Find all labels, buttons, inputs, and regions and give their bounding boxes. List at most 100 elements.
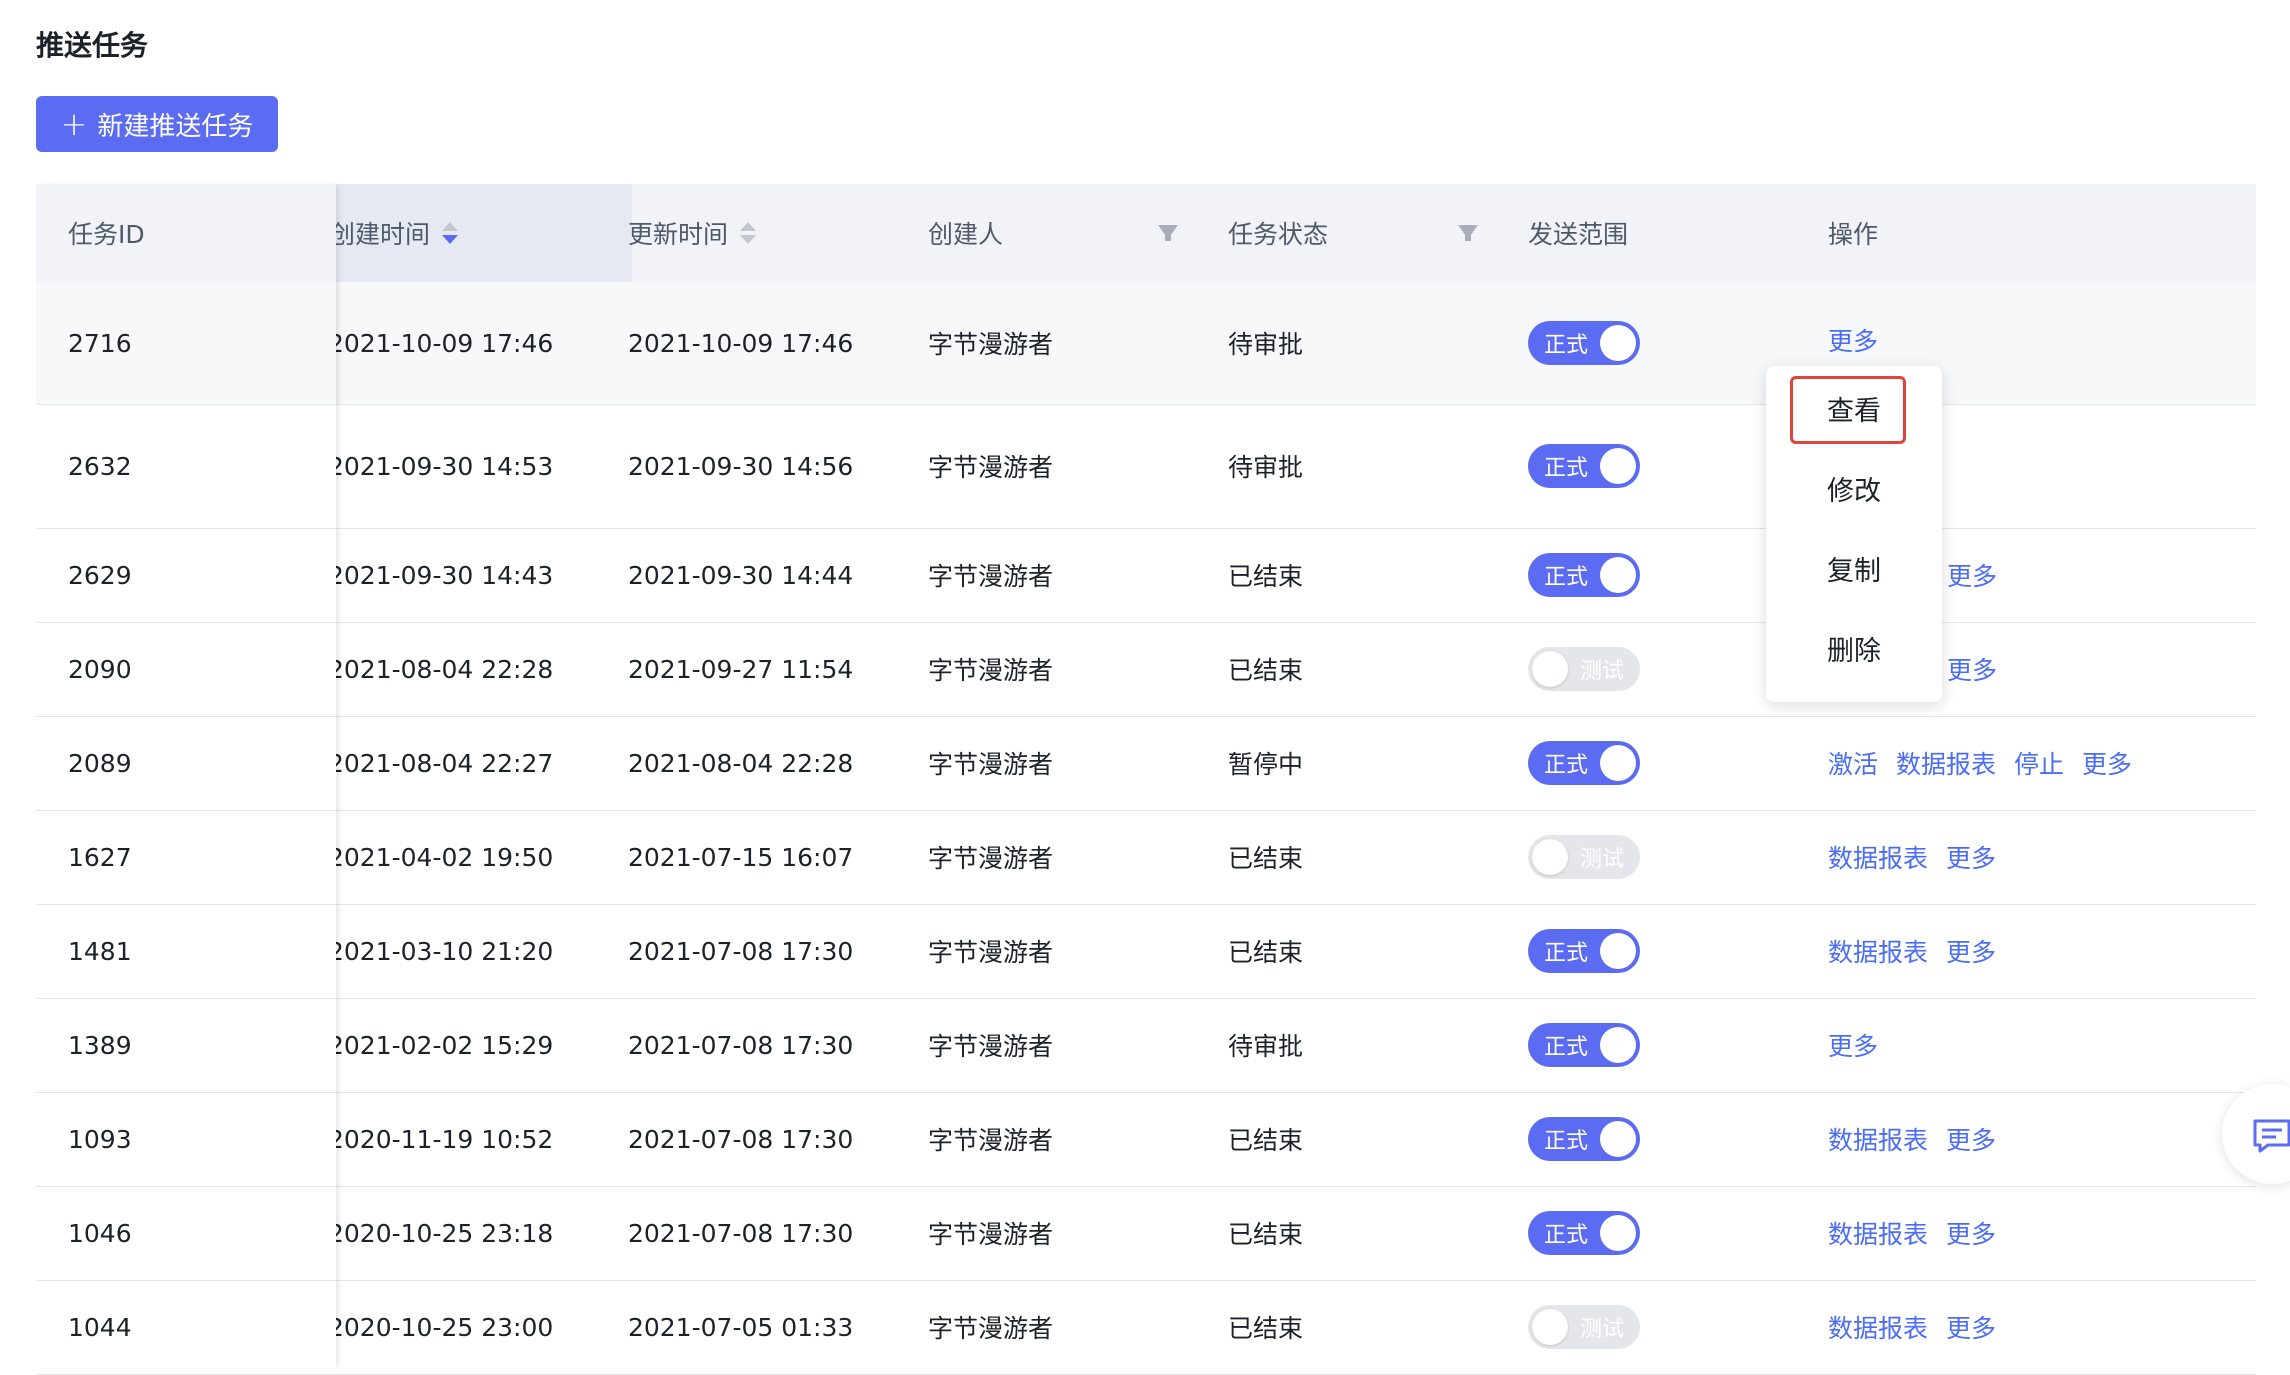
scope-toggle[interactable]: 正式 bbox=[1528, 1211, 1640, 1255]
cell-actions: 数据报表 更多 bbox=[1828, 1186, 2014, 1280]
cell-scope: 正式 bbox=[1528, 1186, 1640, 1280]
cell-task-id: 2090 bbox=[68, 654, 132, 684]
scope-toggle[interactable]: 正式 bbox=[1528, 321, 1640, 365]
action-more-link[interactable]: 更多 bbox=[1828, 1027, 1878, 1063]
table-row: 1627 2021-04-02 19:50 2021-07-15 16:07 字节漫游… bbox=[36, 810, 2256, 905]
table-row: 1389 2021-02-02 15:29 2021-07-08 17:30 字节漫游… bbox=[36, 998, 2256, 1093]
scope-toggle[interactable]: 正式 bbox=[1528, 1117, 1640, 1161]
scope-toggle[interactable]: 正式 bbox=[1528, 1023, 1640, 1067]
action-more-link[interactable]: 更多 bbox=[1947, 557, 1997, 593]
scope-toggle[interactable]: 测试 bbox=[1528, 835, 1640, 879]
toggle-knob bbox=[1600, 1027, 1636, 1063]
scope-toggle-label: 正式 bbox=[1544, 941, 1589, 966]
col-header-actions: 操作 bbox=[1828, 220, 1879, 249]
filter-icon[interactable] bbox=[1158, 225, 1178, 241]
cell-actions: 更多 bbox=[1947, 528, 2015, 622]
col-header-created-label: 创建时间 bbox=[336, 220, 431, 249]
cell-scope: 正式 bbox=[1528, 716, 1640, 810]
cell-task-id: 2632 bbox=[68, 451, 132, 481]
cell-creator: 字节漫游者 bbox=[928, 453, 1054, 482]
action-report-link[interactable]: 数据报表 bbox=[1828, 933, 1928, 969]
cell-actions: 数据报表 更多 bbox=[1828, 810, 2014, 904]
action-report-link[interactable]: 数据报表 bbox=[1828, 1215, 1928, 1251]
scope-toggle[interactable]: 测试 bbox=[1528, 647, 1640, 691]
action-activate-link[interactable]: 激活 bbox=[1828, 745, 1878, 781]
menu-item-edit[interactable]: 修改 bbox=[1766, 456, 1942, 520]
sort-icon[interactable] bbox=[740, 222, 757, 244]
cell-status: 已结束 bbox=[1228, 1314, 1304, 1343]
cell-creator: 字节漫游者 bbox=[928, 1126, 1054, 1155]
cell-task-id: 1044 bbox=[68, 1312, 132, 1342]
scope-toggle[interactable]: 正式 bbox=[1528, 929, 1640, 973]
cell-status: 已结束 bbox=[1228, 1220, 1304, 1249]
cell-updated-time: 2021-09-30 14:44 bbox=[628, 560, 854, 590]
action-report-link[interactable]: 数据报表 bbox=[1896, 745, 1996, 781]
menu-item-view[interactable]: 查看 bbox=[1766, 376, 1942, 440]
menu-item-delete[interactable]: 删除 bbox=[1766, 616, 1942, 680]
cell-created-wrapper: 2020-11-19 10:52 bbox=[336, 1092, 626, 1186]
cell-task-id: 1481 bbox=[68, 936, 132, 966]
action-more-link[interactable]: 更多 bbox=[1946, 1121, 1996, 1157]
cell-creator: 字节漫游者 bbox=[928, 1032, 1054, 1061]
cell-creator: 字节漫游者 bbox=[928, 750, 1054, 779]
cell-status: 待审批 bbox=[1228, 1032, 1304, 1061]
scope-toggle-label: 正式 bbox=[1544, 456, 1589, 481]
table-row: 2089 2021-08-04 22:27 2021-08-04 22:28 字节漫游… bbox=[36, 716, 2256, 811]
action-more-link[interactable]: 更多 bbox=[1946, 839, 1996, 875]
menu-item-copy[interactable]: 复制 bbox=[1766, 536, 1942, 600]
cell-created-wrapper: 2021-02-02 15:29 bbox=[336, 998, 626, 1092]
table-row: 1093 2020-11-19 10:52 2021-07-08 17:30 字节漫游… bbox=[36, 1092, 2256, 1187]
scope-toggle[interactable]: 正式 bbox=[1528, 553, 1640, 597]
cell-created-time: 2021-10-09 17:46 bbox=[336, 328, 554, 358]
cell-updated-time: 2021-07-08 17:30 bbox=[628, 936, 854, 966]
action-report-link[interactable]: 数据报表 bbox=[1828, 1121, 1928, 1157]
cell-scope: 正式 bbox=[1528, 904, 1640, 998]
cell-status: 待审批 bbox=[1228, 453, 1304, 482]
cell-created-time: 2021-09-30 14:43 bbox=[336, 560, 554, 590]
action-more-link[interactable]: 更多 bbox=[1946, 1215, 1996, 1251]
action-stop-link[interactable]: 停止 bbox=[2014, 745, 2064, 781]
action-report-link[interactable]: 数据报表 bbox=[1828, 1309, 1928, 1345]
action-more-link[interactable]: 更多 bbox=[1946, 933, 1996, 969]
message-icon bbox=[2253, 1119, 2290, 1153]
cell-created-wrapper: 2021-10-09 17:46 bbox=[336, 282, 626, 404]
cell-updated-time: 2021-07-05 01:33 bbox=[628, 1312, 854, 1342]
cell-updated-time: 2021-09-30 14:56 bbox=[628, 451, 854, 481]
cell-creator: 字节漫游者 bbox=[928, 1314, 1054, 1343]
page-title: 推送任务 bbox=[36, 29, 149, 62]
toggle-knob bbox=[1600, 325, 1636, 361]
col-header-status: 任务状态 bbox=[1228, 220, 1329, 249]
table-row: 1046 2020-10-25 23:18 2021-07-08 17:30 字节漫游… bbox=[36, 1186, 2256, 1281]
col-header-created[interactable]: 创建时间 bbox=[336, 184, 632, 282]
filter-icon[interactable] bbox=[1458, 225, 1478, 241]
scope-toggle[interactable]: 正式 bbox=[1528, 741, 1640, 785]
sort-icon[interactable] bbox=[442, 222, 459, 244]
cell-task-id: 1046 bbox=[68, 1218, 132, 1248]
new-push-task-label: 新建推送任务 bbox=[97, 111, 254, 142]
action-more-link[interactable]: 更多 bbox=[1947, 651, 1997, 687]
cell-scope: 正式 bbox=[1528, 404, 1640, 528]
cell-status: 已结束 bbox=[1228, 938, 1304, 967]
scope-toggle[interactable]: 正式 bbox=[1528, 444, 1640, 488]
cell-created-time: 2021-03-10 21:20 bbox=[336, 936, 554, 966]
cell-actions: 数据报表 更多 bbox=[1828, 1280, 2014, 1374]
cell-task-id: 1093 bbox=[68, 1124, 132, 1154]
cell-updated-time: 2021-07-08 17:30 bbox=[628, 1030, 854, 1060]
scope-toggle[interactable]: 测试 bbox=[1528, 1305, 1640, 1349]
action-more-link[interactable]: 更多 bbox=[1946, 1309, 1996, 1345]
action-more-link[interactable]: 更多 bbox=[1828, 322, 1878, 358]
cell-updated-time: 2021-07-08 17:30 bbox=[628, 1218, 854, 1248]
toggle-knob bbox=[1532, 839, 1568, 875]
cell-created-time: 2021-02-02 15:29 bbox=[336, 1030, 554, 1060]
cell-actions: 激活 数据报表 停止 更多 bbox=[1828, 716, 2150, 810]
scope-toggle-label: 正式 bbox=[1544, 333, 1589, 358]
scope-toggle-label: 正式 bbox=[1544, 1223, 1589, 1248]
col-header-updated[interactable]: 更新时间 bbox=[628, 184, 757, 282]
action-more-link[interactable]: 更多 bbox=[2082, 745, 2132, 781]
new-push-task-button[interactable]: + 新建推送任务 bbox=[36, 96, 278, 152]
action-report-link[interactable]: 数据报表 bbox=[1828, 839, 1928, 875]
cell-creator: 字节漫游者 bbox=[928, 1220, 1054, 1249]
cell-scope: 正式 bbox=[1528, 998, 1640, 1092]
cell-scope: 正式 bbox=[1528, 1092, 1640, 1186]
cell-created-time: 2021-09-30 14:53 bbox=[336, 451, 554, 481]
